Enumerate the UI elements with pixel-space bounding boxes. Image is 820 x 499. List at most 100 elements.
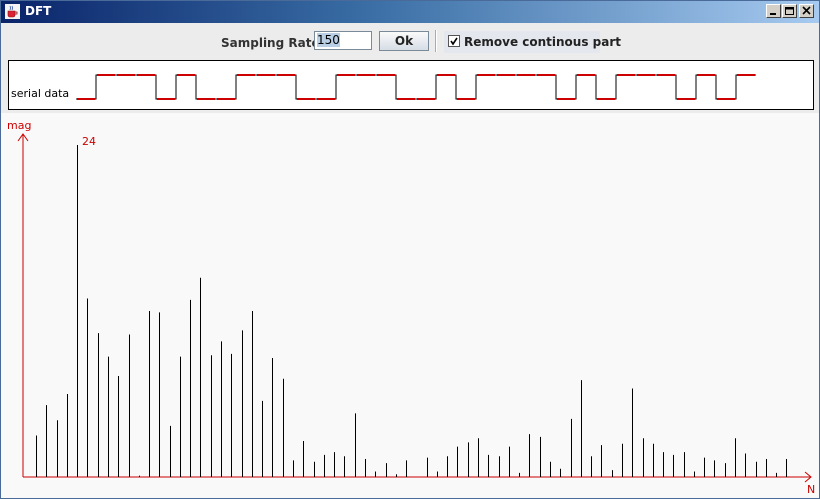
serial-sample-dot: [607, 98, 609, 100]
serial-sample-dot: [623, 74, 625, 76]
x-axis-label: N: [807, 483, 815, 496]
serial-sample-dot: [83, 98, 85, 100]
serial-sample-dot: [423, 98, 425, 100]
serial-sample-dot: [167, 98, 169, 100]
serial-sample-dot: [147, 74, 149, 76]
serial-sample-dot: [617, 74, 619, 76]
serial-sample-dot: [733, 98, 735, 100]
serial-sample-dot: [637, 74, 639, 76]
checkbox-box[interactable]: [448, 35, 460, 47]
serial-sample-dot: [289, 74, 291, 76]
serial-sample-dot: [339, 74, 341, 76]
sampling-rate-value: 150: [317, 33, 340, 47]
serial-sample-dot: [703, 74, 705, 76]
serial-sample-dot: [279, 74, 281, 76]
title-bar[interactable]: DFT: [1, 1, 819, 23]
serial-sample-dot: [571, 98, 573, 100]
serial-sample-dot: [265, 74, 267, 76]
serial-sample-dot: [719, 98, 721, 100]
serial-sample-dot: [133, 74, 135, 76]
serial-sample-dot: [105, 74, 107, 76]
serial-sample-dot: [81, 98, 83, 100]
serial-sample-dot: [257, 74, 259, 76]
serial-sample-dot: [401, 98, 403, 100]
serial-sample-dot: [349, 74, 351, 76]
serial-sample-dot: [117, 74, 119, 76]
serial-sample-dot: [625, 74, 627, 76]
close-button[interactable]: [799, 4, 814, 18]
serial-sample-dot: [247, 74, 249, 76]
serial-sample-dot: [605, 98, 607, 100]
serial-sample-dot: [161, 98, 163, 100]
serial-sample-dot: [97, 74, 99, 76]
serial-sample-dot: [387, 74, 389, 76]
serial-sample-dot: [417, 98, 419, 100]
serial-sample-dot: [121, 74, 123, 76]
serial-sample-dot: [701, 74, 703, 76]
toolbar: Sampling Rate: 150 Ok Remove continous p…: [1, 24, 819, 58]
serial-sample-dot: [721, 98, 723, 100]
serial-sample-dot: [113, 74, 115, 76]
checkmark-icon: [450, 37, 458, 46]
serial-sample-dot: [287, 74, 289, 76]
serial-sample-dot: [639, 74, 641, 76]
serial-sample-dot: [211, 98, 213, 100]
serial-sample-dot: [291, 74, 293, 76]
serial-sample-dot: [371, 74, 373, 76]
serial-sample-dot: [629, 74, 631, 76]
serial-sample-dot: [369, 74, 371, 76]
serial-sample-dot: [509, 74, 511, 76]
serial-sample-dot: [263, 74, 265, 76]
serial-sample-dot: [679, 98, 681, 100]
serial-sample-dot: [565, 98, 567, 100]
serial-sample-dot: [431, 98, 433, 100]
serial-sample-dot: [465, 98, 467, 100]
serial-sample-dot: [203, 98, 205, 100]
serial-sample-dot: [193, 74, 195, 76]
serial-sample-dot: [453, 74, 455, 76]
serial-sample-dot: [407, 98, 409, 100]
serial-sample-dot: [271, 74, 273, 76]
serial-sample-dot: [341, 74, 343, 76]
serial-sample-dot: [251, 74, 253, 76]
serial-sample-dot: [321, 98, 323, 100]
serial-sample-dot: [713, 74, 715, 76]
serial-sample-dot: [651, 74, 653, 76]
serial-sample-dot: [285, 74, 287, 76]
serial-sample-dot: [545, 74, 547, 76]
serial-sample-dot: [189, 74, 191, 76]
serial-sample-dot: [413, 98, 415, 100]
serial-sample-dot: [363, 74, 365, 76]
serial-sample-dot: [551, 74, 553, 76]
serial-sample-dot: [619, 74, 621, 76]
serial-sample-dot: [493, 74, 495, 76]
serial-sample-dot: [669, 74, 671, 76]
serial-sample-dot: [191, 74, 193, 76]
serial-sample-dot: [243, 74, 245, 76]
serial-sample-dot: [529, 74, 531, 76]
serial-sample-dot: [533, 74, 535, 76]
ok-button[interactable]: Ok: [379, 31, 429, 51]
serial-sample-dot: [361, 74, 363, 76]
serial-sample-dot: [125, 74, 127, 76]
sampling-rate-input[interactable]: 150: [314, 31, 372, 50]
serial-sample-dot: [749, 74, 751, 76]
minimize-button[interactable]: [766, 4, 781, 18]
serial-sample-dot: [319, 98, 321, 100]
serial-sample-dot: [501, 74, 503, 76]
serial-sample-dot: [379, 74, 381, 76]
serial-sample-dot: [641, 74, 643, 76]
serial-sample-dot: [487, 74, 489, 76]
peak-value-label: 24: [82, 135, 96, 148]
serial-sample-dot: [293, 74, 295, 76]
serial-sample-dot: [603, 98, 605, 100]
remove-continuous-checkbox[interactable]: Remove continous part: [444, 31, 621, 53]
serial-sample-dot: [187, 74, 189, 76]
serial-sample-dot: [225, 98, 227, 100]
serial-sample-dot: [367, 74, 369, 76]
serial-sample-dot: [303, 98, 305, 100]
maximize-button[interactable]: [782, 4, 797, 18]
serial-sample-dot: [653, 74, 655, 76]
serial-sample-dot: [633, 74, 635, 76]
serial-sample-dot: [507, 74, 509, 76]
